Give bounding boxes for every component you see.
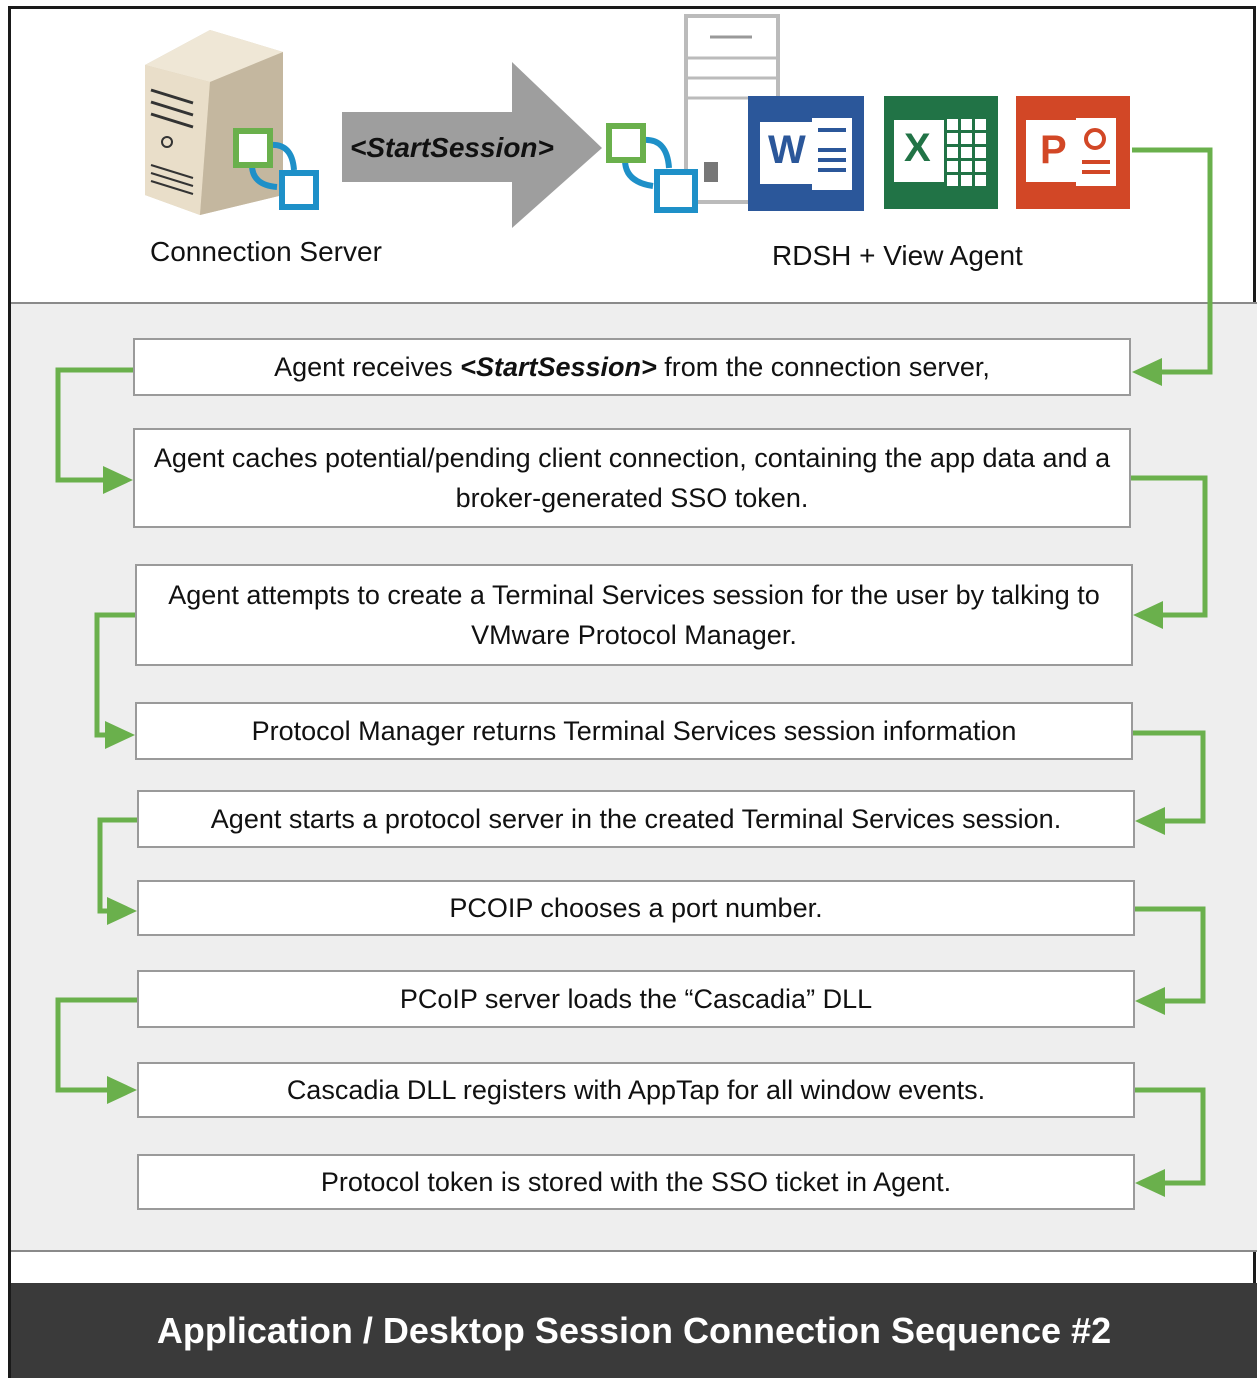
step-5-text: Agent starts a protocol server in the cr… (210, 804, 1062, 834)
step-6-text: PCOIP chooses a port number. (449, 893, 823, 923)
start-session-arrow-label: <StartSession> (350, 132, 554, 163)
word-icon: W (748, 96, 864, 211)
step-4-text: Protocol Manager returns Terminal Servic… (251, 716, 1017, 746)
diagram-title: Application / Desktop Session Connection… (156, 1309, 1112, 1351)
view-logo-icon (233, 128, 319, 210)
powerpoint-letter: P (1040, 128, 1067, 172)
step-9-text: Protocol token is stored with the SSO ti… (320, 1167, 952, 1197)
step-8-text: Cascadia DLL registers with AppTap for a… (286, 1075, 986, 1105)
title-banner: Application / Desktop Session Connection… (11, 1283, 1257, 1378)
step-5: Agent starts a protocol server in the cr… (137, 790, 1135, 848)
connection-server-label: Connection Server (150, 236, 382, 267)
powerpoint-icon: P (1016, 96, 1130, 209)
rdsh-view-agent-label: RDSH + View Agent (772, 240, 1023, 271)
excel-icon: X (884, 96, 998, 209)
step-4: Protocol Manager returns Terminal Servic… (135, 702, 1133, 760)
step-2: Agent caches potential/pending client co… (133, 428, 1131, 528)
step-2-text: Agent caches potential/pending client co… (153, 443, 1111, 513)
view-agent-logo-icon (606, 123, 698, 213)
word-letter: W (768, 128, 806, 172)
step-6: PCOIP chooses a port number. (137, 880, 1135, 936)
step-7-text: PCoIP server loads the “Cascadia” DLL (399, 984, 873, 1014)
step-3: Agent attempts to create a Terminal Serv… (135, 564, 1133, 666)
excel-letter: X (904, 126, 931, 170)
step-8: Cascadia DLL registers with AppTap for a… (137, 1062, 1135, 1118)
step-3-text: Agent attempts to create a Terminal Serv… (168, 580, 1100, 650)
step-1: Agent receives <StartSession> from the c… (133, 338, 1131, 396)
step-1-text: Agent receives <StartSession> from the c… (274, 352, 990, 382)
step-9: Protocol token is stored with the SSO ti… (137, 1154, 1135, 1210)
step-7: PCoIP server loads the “Cascadia” DLL (137, 970, 1135, 1028)
